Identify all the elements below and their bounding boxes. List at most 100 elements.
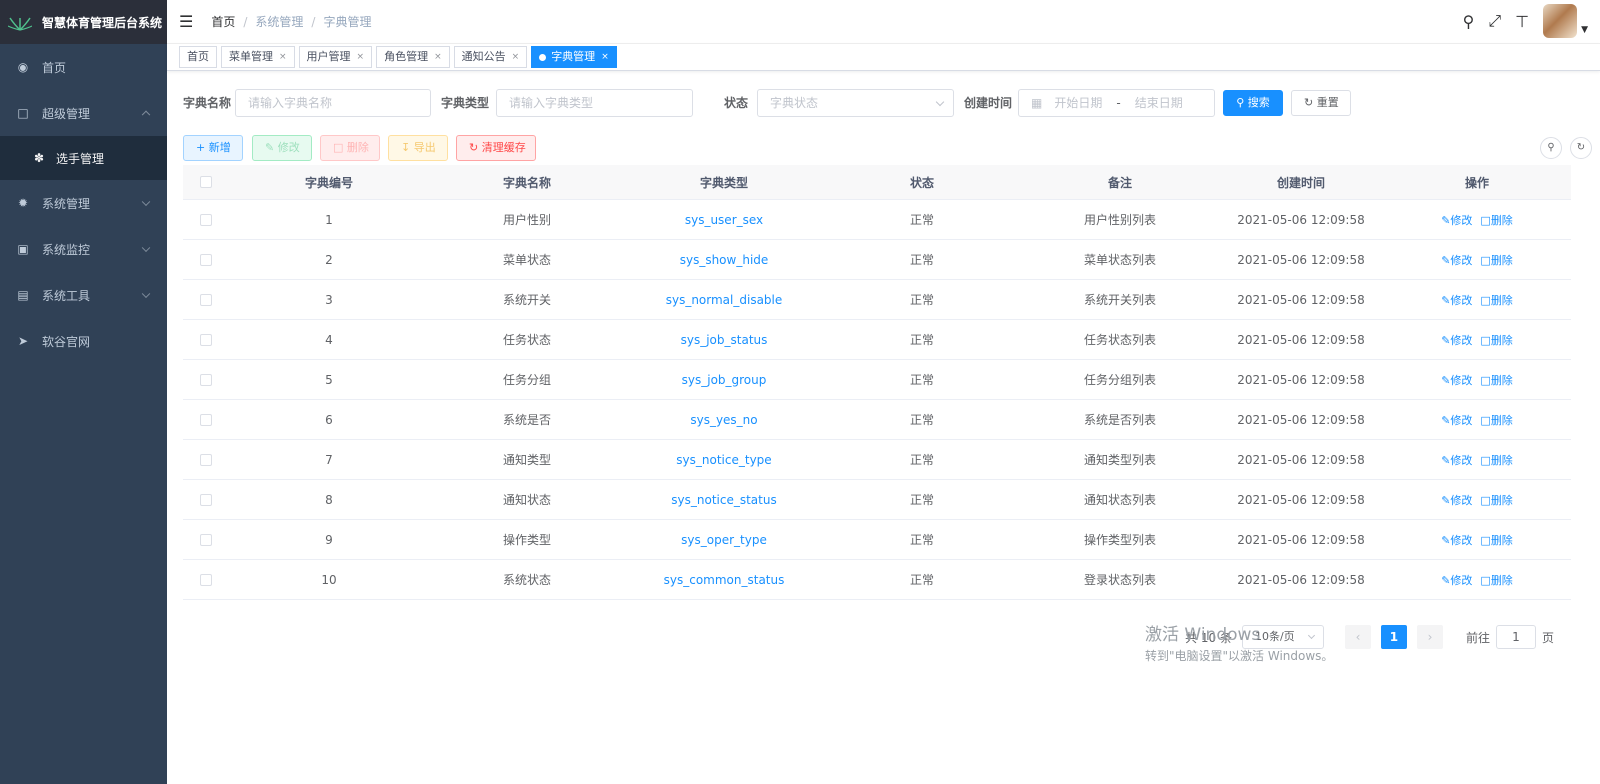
page-number-button[interactable]: 1 bbox=[1380, 625, 1407, 649]
row-checkbox[interactable] bbox=[200, 493, 212, 506]
status-cell: 正常 bbox=[909, 373, 934, 387]
close-icon[interactable]: × bbox=[357, 47, 365, 67]
dict-type-input[interactable]: 请输入字典类型 bbox=[496, 89, 693, 117]
dict-id-cell: 1 bbox=[325, 212, 333, 227]
row-edit-button[interactable]: ✎修改 bbox=[1441, 254, 1472, 267]
close-icon[interactable]: × bbox=[512, 47, 520, 67]
sidebar-logo[interactable]: 智慧体育管理后台系统 bbox=[0, 0, 167, 44]
hamburger-icon[interactable]: ☰ bbox=[179, 12, 193, 31]
sidebar-item-system-tools[interactable]: ▤ 系统工具 bbox=[0, 272, 167, 318]
goto-page-input[interactable]: 1 bbox=[1495, 625, 1536, 649]
fullscreen-icon[interactable]: ⤢ bbox=[1488, 11, 1501, 31]
clear-cache-button-label: 清理缓存 bbox=[481, 141, 526, 154]
sidebar-item-system-monitor[interactable]: ▣ 系统监控 bbox=[0, 226, 167, 272]
created-time-cell: 2021-05-06 12:09:58 bbox=[1237, 212, 1365, 227]
tag-label: 菜单管理 bbox=[229, 50, 273, 63]
status-cell: 正常 bbox=[909, 533, 934, 547]
row-edit-button[interactable]: ✎修改 bbox=[1441, 454, 1472, 467]
dict-type-link[interactable]: sys_notice_status bbox=[625, 493, 823, 507]
row-edit-button[interactable]: ✎修改 bbox=[1441, 214, 1472, 227]
edit-button[interactable]: ✎ 修改 bbox=[252, 135, 312, 161]
row-edit-button[interactable]: ✎修改 bbox=[1441, 494, 1472, 507]
search-button[interactable]: ⚲ 搜索 bbox=[1223, 90, 1283, 116]
row-delete-button[interactable]: □删除 bbox=[1480, 574, 1512, 587]
sidebar-item-system-management[interactable]: ✹ 系统管理 bbox=[0, 180, 167, 226]
row-delete-button[interactable]: □删除 bbox=[1480, 494, 1512, 507]
row-checkbox[interactable] bbox=[200, 333, 212, 346]
search-icon[interactable]: ⚲ bbox=[1463, 12, 1475, 31]
dict-type-link[interactable]: sys_show_hide bbox=[625, 253, 823, 267]
dict-type-link[interactable]: sys_common_status bbox=[625, 573, 823, 587]
tag-role-management[interactable]: 角色管理 × bbox=[376, 46, 450, 68]
row-delete-button[interactable]: □删除 bbox=[1480, 534, 1512, 547]
dict-type-link[interactable]: sys_job_status bbox=[625, 333, 823, 347]
row-delete-button[interactable]: □删除 bbox=[1480, 374, 1512, 387]
row-delete-button[interactable]: □删除 bbox=[1480, 414, 1512, 427]
tag-user-management[interactable]: 用户管理 × bbox=[298, 46, 373, 68]
operations-cell: ✎修改 □删除 bbox=[1383, 252, 1571, 268]
row-checkbox[interactable] bbox=[200, 253, 212, 266]
row-delete-button[interactable]: □删除 bbox=[1480, 334, 1512, 347]
row-delete-button[interactable]: □删除 bbox=[1480, 214, 1512, 227]
dict-type-link[interactable]: sys_job_group bbox=[625, 373, 823, 387]
refresh-table-button[interactable]: ↻ bbox=[1570, 137, 1592, 159]
row-edit-button[interactable]: ✎修改 bbox=[1441, 414, 1472, 427]
row-checkbox[interactable] bbox=[200, 213, 212, 226]
row-checkbox[interactable] bbox=[200, 573, 212, 586]
add-button[interactable]: + 新增 bbox=[183, 135, 243, 161]
row-edit-button[interactable]: ✎修改 bbox=[1441, 534, 1472, 547]
sidebar-item-super-admin[interactable]: □ 超级管理 bbox=[0, 90, 167, 136]
close-icon[interactable]: × bbox=[279, 47, 287, 67]
row-checkbox[interactable] bbox=[200, 413, 212, 426]
row-edit-button[interactable]: ✎修改 bbox=[1441, 574, 1472, 587]
sidebar-item-player-management[interactable]: ✽ 选手管理 bbox=[0, 136, 167, 180]
next-page-button[interactable]: › bbox=[1416, 625, 1443, 649]
dict-type-link[interactable]: sys_oper_type bbox=[625, 533, 823, 547]
select-all-checkbox[interactable] bbox=[200, 176, 212, 188]
dict-type-link[interactable]: sys_user_sex bbox=[625, 213, 823, 227]
dict-type-link[interactable]: sys_yes_no bbox=[625, 413, 823, 427]
reset-button[interactable]: ↻ 重置 bbox=[1291, 90, 1351, 116]
close-icon[interactable]: × bbox=[601, 47, 609, 67]
date-range-picker[interactable]: ▦ 开始日期 - 结束日期 bbox=[1018, 89, 1215, 117]
dict-name-input[interactable]: 请输入字典名称 bbox=[235, 89, 431, 117]
prev-page-button[interactable]: ‹ bbox=[1344, 625, 1371, 649]
status-select[interactable]: 字典状态 bbox=[757, 89, 954, 117]
tag-home[interactable]: 首页 bbox=[179, 46, 217, 68]
close-icon[interactable]: × bbox=[434, 47, 442, 67]
tag-menu-management[interactable]: 菜单管理 × bbox=[221, 46, 295, 68]
avatar[interactable] bbox=[1543, 4, 1578, 38]
dict-type-link[interactable]: sys_normal_disable bbox=[625, 293, 823, 307]
clear-cache-button[interactable]: ↻ 清理缓存 bbox=[456, 135, 536, 161]
delete-button[interactable]: □ 删除 bbox=[320, 135, 380, 161]
row-checkbox[interactable] bbox=[200, 373, 212, 386]
trash-icon: □ bbox=[1480, 293, 1491, 307]
row-edit-button[interactable]: ✎修改 bbox=[1441, 374, 1472, 387]
dict-table: 字典编号 字典名称 字典类型 状态 备注 创建时间 操作 1 用户性别 sys_us… bbox=[183, 165, 1571, 600]
row-delete-label: 删除 bbox=[1490, 573, 1513, 587]
row-delete-button[interactable]: □删除 bbox=[1480, 454, 1512, 467]
sidebar-item-label: 选手管理 bbox=[56, 151, 105, 166]
row-checkbox[interactable] bbox=[200, 293, 212, 306]
tag-dict-management[interactable]: 字典管理 × bbox=[531, 46, 617, 68]
row-delete-button[interactable]: □删除 bbox=[1480, 294, 1512, 307]
row-checkbox[interactable] bbox=[200, 533, 212, 546]
row-edit-button[interactable]: ✎修改 bbox=[1441, 334, 1472, 347]
export-button[interactable]: ↧ 导出 bbox=[388, 135, 448, 161]
row-edit-label: 修改 bbox=[1450, 373, 1473, 387]
row-edit-button[interactable]: ✎修改 bbox=[1441, 294, 1472, 307]
tag-label: 字典管理 bbox=[551, 50, 596, 63]
sidebar-item-home[interactable]: ◉ 首页 bbox=[0, 44, 167, 90]
dict-type-link[interactable]: sys_notice_type bbox=[625, 453, 823, 467]
toggle-search-button[interactable]: ⚲ bbox=[1540, 137, 1562, 159]
caret-down-icon[interactable]: ▼ bbox=[1581, 25, 1588, 35]
operations-cell: ✎修改 □删除 bbox=[1383, 572, 1571, 588]
row-delete-button[interactable]: □删除 bbox=[1480, 254, 1512, 267]
row-checkbox[interactable] bbox=[200, 453, 212, 466]
table-row: 10 系统状态 sys_common_status 正常 登录状态列表 2021-05-0… bbox=[183, 560, 1571, 600]
dict-name-cell: 操作类型 bbox=[502, 533, 551, 547]
font-size-icon[interactable]: ⊤ bbox=[1515, 12, 1529, 31]
breadcrumb-home[interactable]: 首页 bbox=[211, 13, 235, 30]
sidebar-item-official-site[interactable]: ➤ 软谷官网 bbox=[0, 318, 167, 364]
tag-notice[interactable]: 通知公告 × bbox=[453, 46, 528, 68]
